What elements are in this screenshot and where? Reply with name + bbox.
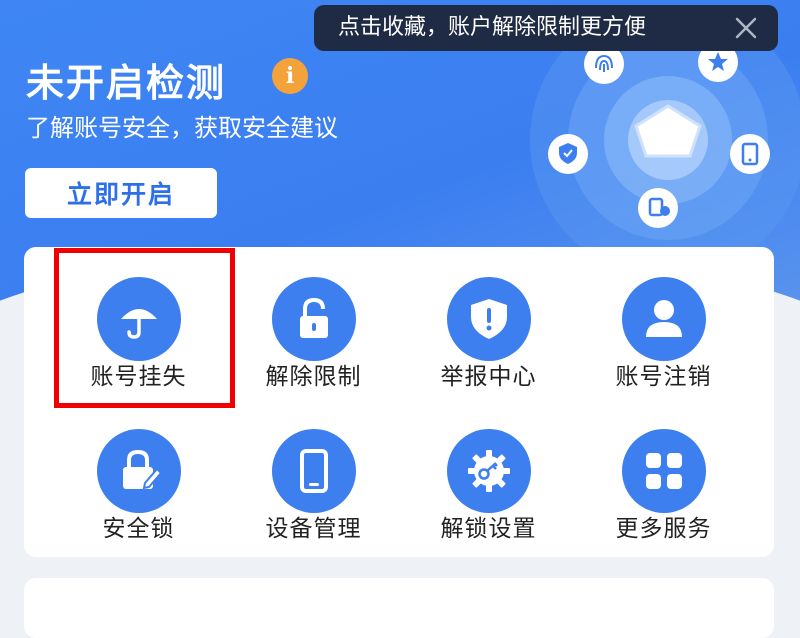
user-icon bbox=[621, 277, 706, 361]
service-label: 解除限制 bbox=[265, 364, 362, 390]
security-radar-graphic bbox=[530, 30, 800, 260]
service-remove-restriction[interactable]: 解除限制 bbox=[226, 257, 401, 397]
service-more[interactable]: 更多服务 bbox=[576, 409, 751, 549]
service-device-management[interactable]: 设备管理 bbox=[226, 409, 401, 549]
secondary-panel bbox=[24, 578, 774, 638]
enable-detection-button[interactable]: 立即开启 bbox=[25, 168, 217, 218]
id-lock-icon bbox=[638, 188, 678, 228]
service-label: 账号注销 bbox=[615, 364, 712, 390]
unlock-icon bbox=[271, 277, 356, 361]
service-label: 举报中心 bbox=[440, 364, 537, 390]
service-label: 设备管理 bbox=[265, 516, 362, 542]
service-label: 解锁设置 bbox=[440, 516, 537, 542]
service-security-lock[interactable]: 安全锁 bbox=[51, 409, 226, 549]
highlight-box bbox=[54, 248, 235, 408]
hero-subtitle: 了解账号安全，获取安全建议 bbox=[26, 114, 338, 142]
info-icon[interactable]: i bbox=[272, 58, 308, 94]
service-unlock-settings[interactable]: 解锁设置 bbox=[401, 409, 576, 549]
hero-title: 未开启检测 bbox=[26, 61, 227, 105]
shield-alert-icon bbox=[446, 277, 531, 361]
gear-key-icon bbox=[446, 429, 531, 513]
service-label: 安全锁 bbox=[102, 516, 175, 542]
grid-icon bbox=[621, 429, 706, 513]
toast-text: 点击收藏，账户解除限制更方便 bbox=[338, 15, 647, 40]
favorite-toast: 点击收藏，账户解除限制更方便 bbox=[314, 5, 778, 51]
phone-icon bbox=[271, 429, 356, 513]
service-account-cancel[interactable]: 账号注销 bbox=[576, 257, 751, 397]
shield-check-icon bbox=[548, 134, 588, 174]
tablet-icon bbox=[730, 134, 770, 174]
service-label: 更多服务 bbox=[615, 516, 712, 542]
service-report-center[interactable]: 举报中心 bbox=[401, 257, 576, 397]
lock-edit-icon bbox=[96, 429, 181, 513]
close-icon[interactable] bbox=[734, 16, 758, 40]
